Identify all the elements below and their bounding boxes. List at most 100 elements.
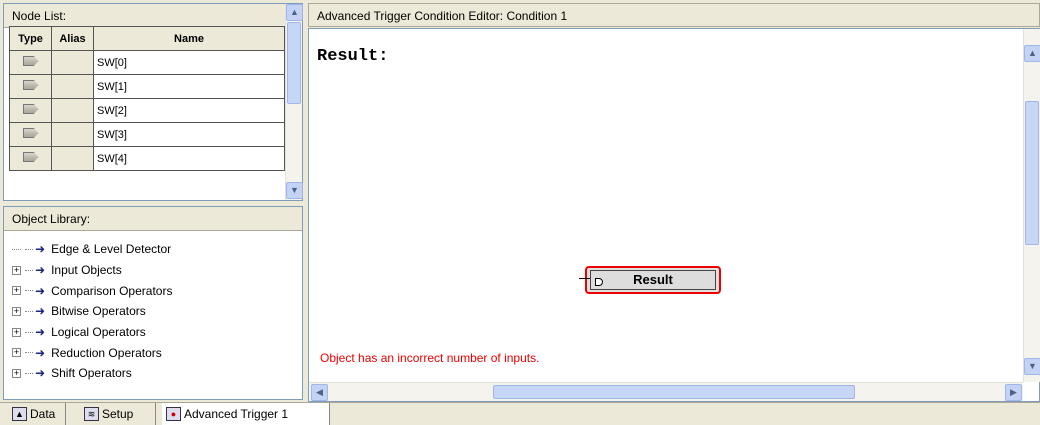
tree-connector <box>25 269 33 271</box>
arrow-right-icon: ➜ <box>35 283 46 298</box>
node-alias-cell <box>51 122 94 147</box>
tree-connector <box>12 248 21 250</box>
tab-label: Data <box>30 407 56 421</box>
node-alias-cell <box>51 74 94 99</box>
table-row[interactable]: SW[1] <box>9 74 285 99</box>
trigger-icon: ● <box>166 407 181 421</box>
tree-connector <box>25 372 33 374</box>
expand-icon[interactable]: + <box>12 327 21 337</box>
node-type-cell <box>9 98 52 123</box>
error-message: Object has an incorrect number of inputs… <box>320 351 540 365</box>
tree-item-label: Logical Operators <box>51 325 146 340</box>
input-node-icon <box>22 104 39 114</box>
tab-advanced-trigger-1[interactable]: ● Advanced Trigger 1 <box>162 403 330 425</box>
arrow-right-icon: ➜ <box>35 263 46 278</box>
table-row[interactable]: SW[3] <box>9 122 285 147</box>
tab-data[interactable]: ▲ Data <box>8 403 66 425</box>
tree-item-shift-operators[interactable]: + ➜ Shift Operators <box>12 363 172 384</box>
expand-icon[interactable]: + <box>12 368 21 378</box>
node-type-cell <box>9 74 52 99</box>
node-table: Type Alias Name SW[0] SW[1] SW[2] SW[3] <box>9 26 285 171</box>
node-name-cell: SW[3] <box>93 122 285 147</box>
object-library-title: Object Library: <box>4 207 302 231</box>
tab-label: Setup <box>102 407 134 421</box>
node-name-cell: SW[1] <box>93 74 285 99</box>
tab-label: Advanced Trigger 1 <box>184 407 289 421</box>
editor-title: Advanced Trigger Condition Editor: Condi… <box>308 3 1040 27</box>
input-node-icon <box>22 56 39 66</box>
column-alias[interactable]: Alias <box>51 26 94 51</box>
bottom-tab-bar: ▲ Data ≋ Setup ● Advanced Trigger 1 <box>0 402 1040 425</box>
input-node-icon <box>22 128 39 138</box>
table-row[interactable]: SW[0] <box>9 50 285 75</box>
scroll-thumb[interactable] <box>493 385 855 399</box>
scroll-up-button[interactable]: ▲ <box>1024 45 1040 62</box>
tree-item-label: Input Objects <box>51 263 122 278</box>
result-heading: Result: <box>317 47 389 66</box>
tree-item-label: Reduction Operators <box>51 345 162 360</box>
scroll-up-button[interactable]: ▲ <box>286 4 303 21</box>
tree-item-label: Comparison Operators <box>51 283 173 298</box>
editor-vertical-scrollbar[interactable]: ▲ ▼ <box>1023 29 1040 382</box>
tree-item-label: Shift Operators <box>51 366 132 381</box>
tree-connector <box>25 352 33 354</box>
tree-item-label: Bitwise Operators <box>51 304 146 319</box>
scroll-down-button[interactable]: ▼ <box>1024 358 1040 375</box>
data-icon: ▲ <box>12 407 27 421</box>
result-node[interactable]: Result <box>579 266 721 294</box>
node-name-cell: SW[2] <box>93 98 285 123</box>
editor-horizontal-scrollbar[interactable]: ◀ ▶ <box>309 382 1023 401</box>
node-type-cell <box>9 50 52 75</box>
node-list-title: Node List: <box>4 4 286 28</box>
arrow-right-icon: ➜ <box>35 366 46 381</box>
node-alias-cell <box>51 146 94 171</box>
node-type-cell <box>9 122 52 147</box>
result-node-body[interactable]: Result <box>590 270 716 290</box>
expand-icon[interactable]: + <box>12 265 21 275</box>
input-port-icon <box>595 278 603 286</box>
node-alias-cell <box>51 98 94 123</box>
input-node-icon <box>22 80 39 90</box>
tree-item-label: Edge & Level Detector <box>51 242 172 257</box>
scroll-left-button[interactable]: ◀ <box>311 384 328 401</box>
arrow-right-icon: ➜ <box>35 242 46 257</box>
tab-setup[interactable]: ≋ Setup <box>80 403 156 425</box>
node-table-header: Type Alias Name <box>9 26 285 51</box>
column-type[interactable]: Type <box>9 26 52 51</box>
object-library-panel: Object Library: ➜ Edge & Level Detector … <box>3 206 303 400</box>
result-node-label: Result <box>633 272 673 287</box>
arrow-right-icon: ➜ <box>35 345 46 360</box>
condition-editor-canvas[interactable]: Result: Result Object has an incorrect n… <box>308 28 1040 402</box>
arrow-right-icon: ➜ <box>35 325 46 340</box>
object-tree: ➜ Edge & Level Detector + ➜ Input Object… <box>12 239 172 384</box>
node-list-panel: Node List: Type Alias Name SW[0] SW[1] S… <box>3 3 303 201</box>
tree-connector <box>25 331 33 333</box>
node-name-cell: SW[0] <box>93 50 285 75</box>
tree-item-reduction-operators[interactable]: + ➜ Reduction Operators <box>12 342 172 363</box>
table-row[interactable]: SW[4] <box>9 146 285 171</box>
tree-item-comparison-operators[interactable]: + ➜ Comparison Operators <box>12 280 172 301</box>
column-name[interactable]: Name <box>93 26 285 51</box>
tree-connector <box>25 248 33 250</box>
tree-item-bitwise-operators[interactable]: + ➜ Bitwise Operators <box>12 301 172 322</box>
tree-connector <box>25 290 33 292</box>
table-row[interactable]: SW[2] <box>9 98 285 123</box>
node-list-scrollbar[interactable]: ▲ ▼ <box>285 4 303 200</box>
expand-icon[interactable]: + <box>12 286 21 296</box>
scroll-right-button[interactable]: ▶ <box>1005 384 1022 401</box>
expand-icon[interactable]: + <box>12 306 21 316</box>
scroll-thumb[interactable] <box>1025 101 1039 245</box>
node-alias-cell <box>51 50 94 75</box>
tree-item-logical-operators[interactable]: + ➜ Logical Operators <box>12 322 172 343</box>
setup-icon: ≋ <box>84 407 99 421</box>
tree-item-edge-level-detector[interactable]: ➜ Edge & Level Detector <box>12 239 172 260</box>
tree-connector <box>25 310 33 312</box>
expand-icon[interactable]: + <box>12 348 21 358</box>
scroll-down-button[interactable]: ▼ <box>286 182 303 199</box>
node-type-cell <box>9 146 52 171</box>
tree-item-input-objects[interactable]: + ➜ Input Objects <box>12 260 172 281</box>
input-node-icon <box>22 152 39 162</box>
scroll-thumb[interactable] <box>287 22 301 104</box>
node-name-cell: SW[4] <box>93 146 285 171</box>
arrow-right-icon: ➜ <box>35 304 46 319</box>
